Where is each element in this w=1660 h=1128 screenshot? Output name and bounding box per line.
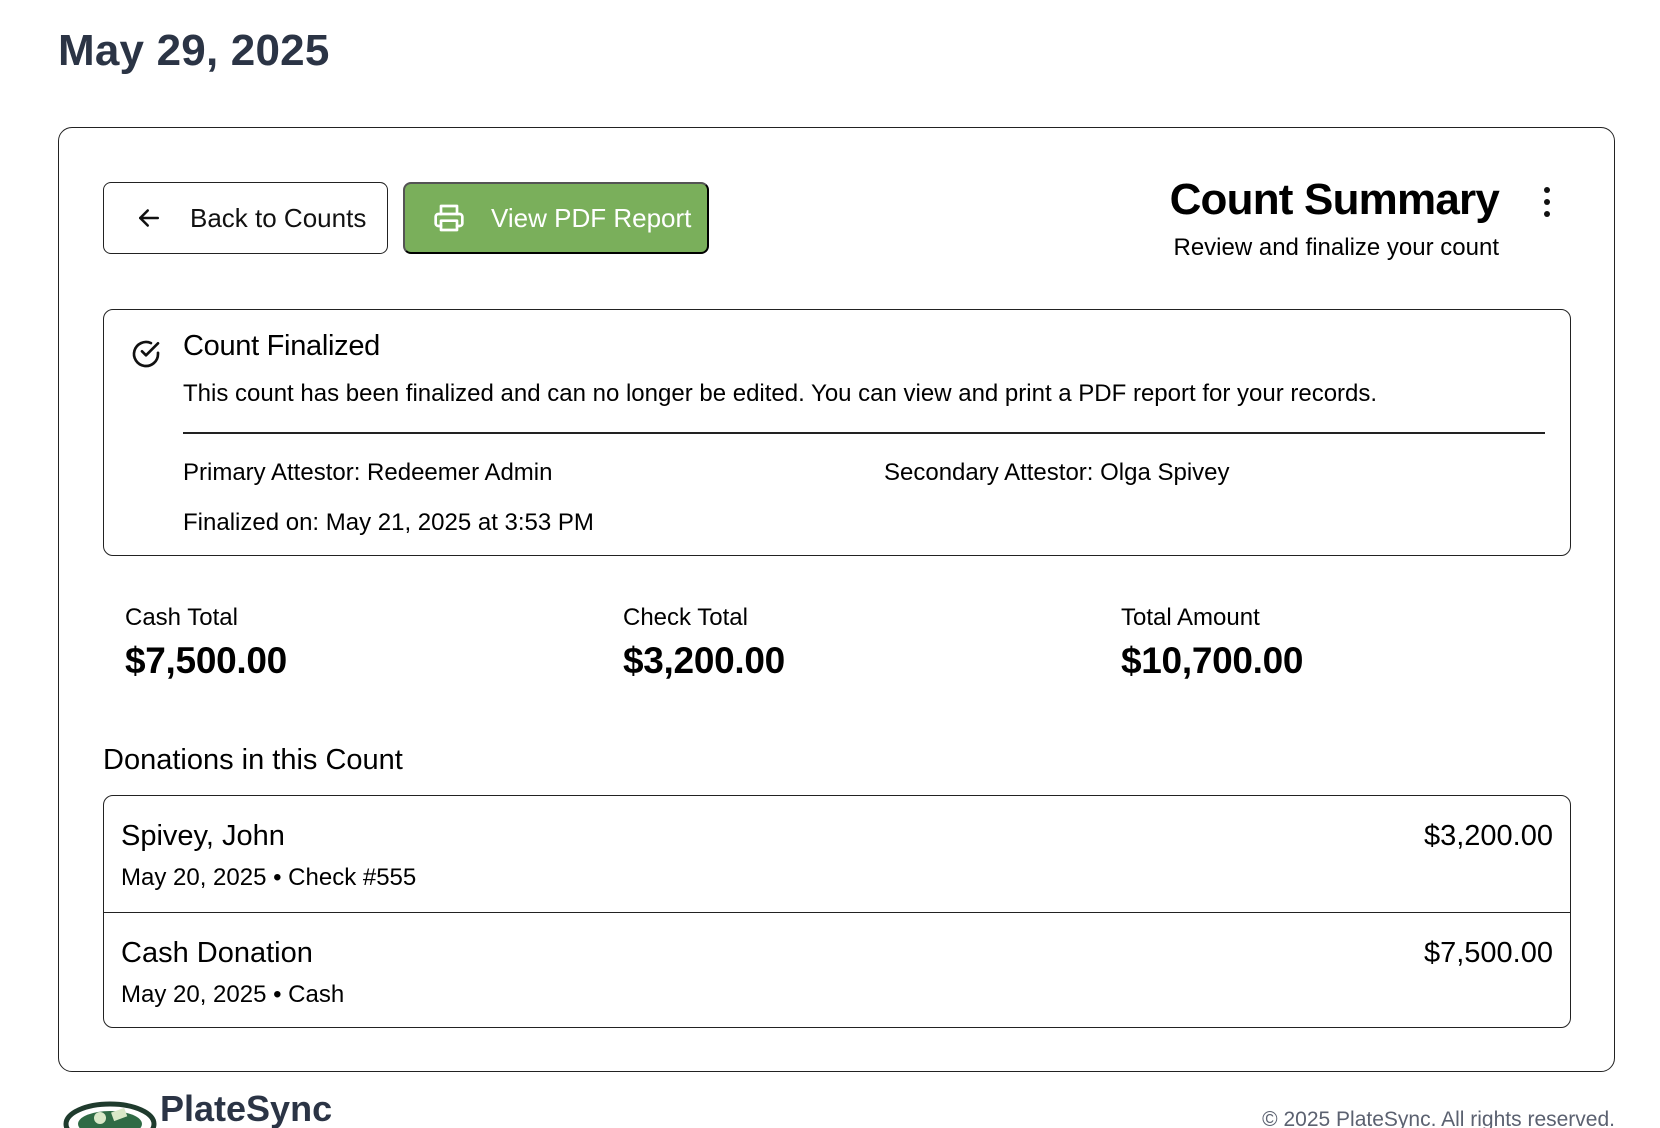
finalized-on-date: Finalized on: May 21, 2025 at 3:53 PM	[183, 509, 594, 536]
donation-amount: $3,200.00	[1423, 820, 1553, 852]
check-total: Check Total $3,200.00	[623, 604, 785, 682]
donation-meta: May 20, 2025 • Check #555	[121, 864, 417, 891]
donations-heading: Donations in this Count	[103, 744, 403, 776]
donation-meta: May 20, 2025 • Cash	[121, 981, 345, 1008]
totals-row: Cash Total $7,500.00 Check Total $3,200.…	[125, 604, 1571, 694]
total-amount-label: Total Amount	[1121, 604, 1260, 631]
count-finalized-panel: Count Finalized This count has been fina…	[103, 309, 1571, 556]
count-summary-subtitle: Review and finalize your count	[1173, 234, 1499, 261]
footer-brand: PlateSync	[160, 1088, 333, 1128]
view-pdf-report-button[interactable]: View PDF Report	[403, 182, 709, 254]
back-to-counts-button[interactable]: Back to Counts	[103, 182, 388, 254]
secondary-attestor: Secondary Attestor: Olga Spivey	[884, 459, 1230, 486]
more-vertical-icon[interactable]	[1540, 187, 1554, 217]
donor-name: Cash Donation	[121, 937, 313, 969]
total-amount: Total Amount $10,700.00	[1121, 604, 1303, 682]
back-to-counts-label: Back to Counts	[190, 202, 367, 233]
cash-total-label: Cash Total	[125, 604, 238, 631]
count-finalized-description: This count has been finalized and can no…	[183, 380, 1378, 407]
check-total-value: $3,200.00	[623, 640, 785, 681]
count-summary-title: Count Summary	[1169, 175, 1500, 224]
page-title: May 29, 2025	[58, 26, 330, 75]
arrow-left-icon	[134, 203, 164, 233]
view-pdf-report-label: View PDF Report	[491, 202, 692, 233]
list-item[interactable]: Spivey, John May 20, 2025 • Check #555 $…	[104, 796, 1570, 912]
total-amount-value: $10,700.00	[1121, 640, 1304, 681]
cash-total-value: $7,500.00	[125, 640, 287, 681]
count-finalized-title: Count Finalized	[183, 330, 380, 362]
primary-attestor: Primary Attestor: Redeemer Admin	[183, 459, 553, 486]
divider	[183, 432, 1545, 434]
donation-amount: $7,500.00	[1423, 937, 1553, 969]
list-item[interactable]: Cash Donation May 20, 2025 • Cash $7,500…	[104, 912, 1570, 1027]
platesync-logo	[62, 1094, 162, 1128]
footer-copyright: © 2025 PlateSync. All rights reserved.	[1262, 1108, 1615, 1128]
count-summary-card: Back to Counts View PDF Report Count Sum…	[58, 127, 1615, 1072]
printer-icon	[433, 202, 465, 234]
check-circle-icon	[130, 338, 162, 370]
cash-total: Cash Total $7,500.00	[125, 604, 287, 682]
check-total-label: Check Total	[623, 604, 748, 631]
donations-list: Spivey, John May 20, 2025 • Check #555 $…	[103, 795, 1571, 1028]
donor-name: Spivey, John	[121, 820, 285, 852]
